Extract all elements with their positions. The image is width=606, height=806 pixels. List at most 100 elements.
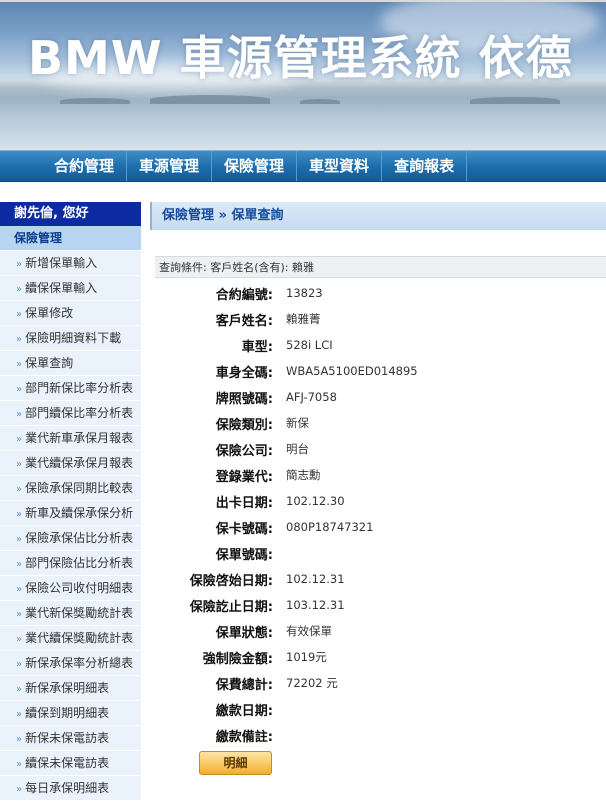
nav-vehicle-source[interactable]: 車源管理	[127, 151, 213, 181]
sidebar-menu-label: 新保承保率分析總表	[25, 656, 134, 670]
sidebar-menu-label: 業代新車承保月報表	[25, 431, 134, 445]
sidebar-menu-item[interactable]: » 部門新保比率分析表	[0, 376, 141, 401]
sidebar-menu-item[interactable]: » 保單修改	[0, 301, 141, 326]
sidebar-menu-label: 續保未保電訪表	[25, 756, 110, 770]
sidebar-menu-item[interactable]: » 保險公司收付明細表	[0, 576, 141, 601]
bullet-icon: »	[16, 434, 23, 445]
sidebar-menu-item[interactable]: » 業代續保承保月報表	[0, 451, 141, 476]
bullet-icon: »	[16, 384, 23, 395]
policy-detail-table: 合約編號: 13823 客戶姓名: 賴雅菁車型: 528i LCI 車身全碼: WBA5A5…	[155, 280, 606, 748]
sidebar-menu-item[interactable]: » 續保未保電訪表	[0, 751, 141, 776]
sidebar-menu-item[interactable]: » 業代新保獎勵統計表	[0, 601, 141, 626]
field-value: 13823	[286, 286, 323, 300]
bullet-icon: »	[16, 534, 23, 545]
field-label: 保險類別:	[215, 417, 273, 433]
breadcrumb: 保險管理 » 保單查詢	[150, 202, 606, 230]
sidebar-menu-label: 保單修改	[25, 306, 74, 320]
detail-row: 牌照號碼: AFJ-7058	[155, 384, 606, 410]
field-label: 登錄業代:	[215, 469, 273, 485]
sidebar-menu-label: 新增保單輸入	[25, 256, 98, 270]
detail-row: 保險類別: 新保	[155, 410, 606, 436]
sidebar-menu-label: 每日承保明細表	[25, 781, 110, 795]
field-label: 出卡日期:	[215, 495, 273, 511]
field-label: 客戶姓名:	[215, 313, 273, 329]
sidebar-menu-item[interactable]: » 部門續保比率分析表	[0, 401, 141, 426]
sidebar-menu-label: 續保到期明細表	[25, 706, 110, 720]
header-banner: BMW 車源管理系統 依德	[0, 0, 606, 150]
field-value: 102.12.30	[286, 494, 345, 508]
field-value: AFJ-7058	[286, 390, 337, 404]
user-greeting: 謝先倫, 您好	[0, 202, 141, 226]
field-value: 72202 元	[286, 676, 338, 690]
sidebar-menu-label: 續保保單輸入	[25, 281, 98, 295]
sidebar-menu-item[interactable]: » 業代續保獎勵統計表	[0, 626, 141, 651]
query-conditions: 查詢條件: 客戶姓名(含有): 賴雅	[155, 256, 606, 278]
field-label: 繳款備註:	[215, 729, 273, 745]
sidebar-menu-item[interactable]: » 新保承保率分析總表	[0, 651, 141, 676]
field-label: 保卡號碼:	[215, 521, 273, 537]
bullet-icon: »	[16, 684, 23, 695]
nav-reports[interactable]: 查詢報表	[382, 151, 468, 181]
sidebar-menu-item[interactable]: » 新保承保明細表	[0, 676, 141, 701]
field-value: 080P18747321	[286, 520, 374, 534]
nav-contract[interactable]: 合約管理	[42, 151, 128, 181]
sidebar-menu-item[interactable]: » 續保保單輸入	[0, 276, 141, 301]
detail-row: 保險公司: 明台	[155, 436, 606, 462]
nav-model-data[interactable]: 車型資料	[297, 151, 383, 181]
sidebar-menu-item[interactable]: » 新保未保電訪表	[0, 726, 141, 751]
detail-row: 登錄業代: 簡志勳	[155, 462, 606, 488]
bullet-icon: »	[16, 359, 23, 370]
bullet-icon: »	[16, 284, 23, 295]
bullet-icon: »	[16, 334, 23, 345]
sidebar-menu-label: 新保承保明細表	[25, 681, 110, 695]
sidebar-menu-item[interactable]: » 保單查詢	[0, 351, 141, 376]
sidebar-menu-item[interactable]: » 新車及續保承保分析	[0, 501, 141, 526]
bullet-icon: »	[16, 509, 23, 520]
sidebar-menu-item[interactable]: » 業代新車承保月報表	[0, 426, 141, 451]
field-value: 賴雅菁	[286, 312, 321, 326]
field-label: 牌照號碼:	[215, 391, 273, 407]
bullet-icon: »	[16, 584, 23, 595]
field-value: 102.12.31	[286, 572, 345, 586]
sidebar-menu-label: 保險明細資料下載	[25, 331, 122, 345]
field-value: 1019元	[286, 650, 327, 664]
field-value: 簡志勳	[286, 468, 321, 482]
field-value: 新保	[286, 416, 309, 430]
detail-button[interactable]: 明細	[199, 751, 272, 775]
top-nav: 合約管理 車源管理 保險管理 車型資料 查詢報表	[0, 150, 606, 182]
sidebar-menu: » 新增保單輸入» 續保保單輸入» 保單修改» 保險明細資料下載» 保單查詢» 部門新保比率…	[0, 251, 141, 801]
detail-row: 保卡號碼: 080P18747321	[155, 514, 606, 540]
field-label: 合約編號:	[215, 287, 273, 303]
bullet-icon: »	[16, 409, 23, 420]
sidebar-menu-item[interactable]: » 續保到期明細表	[0, 701, 141, 726]
sidebar-menu-label: 保險承保同期比較表	[25, 481, 134, 495]
bullet-icon: »	[16, 309, 23, 320]
field-label: 車身全碼:	[215, 365, 273, 381]
sidebar-menu-label: 部門續保比率分析表	[25, 406, 134, 420]
sidebar-menu-item[interactable]: » 新增保單輸入	[0, 251, 141, 276]
sidebar-menu-item[interactable]: » 每日承保明細表	[0, 776, 141, 801]
sidebar-menu-label: 新保未保電訪表	[25, 731, 110, 745]
field-label: 保單狀態:	[215, 625, 273, 641]
bullet-icon: »	[16, 259, 23, 270]
sidebar-menu-label: 業代續保承保月報表	[25, 456, 134, 470]
field-value: 明台	[286, 442, 309, 456]
nav-insurance[interactable]: 保險管理	[212, 151, 298, 181]
field-value: 528i LCI	[286, 338, 333, 352]
detail-row: 保單狀態: 有效保單	[155, 618, 606, 644]
sidebar-menu-item[interactable]: » 部門保險佔比分析表	[0, 551, 141, 576]
app-title: BMW 車源管理系統 依德	[28, 31, 573, 85]
field-label: 繳款日期:	[215, 703, 273, 719]
sidebar-menu-item[interactable]: » 保險明細資料下載	[0, 326, 141, 351]
detail-row: 合約編號: 13823	[155, 280, 606, 306]
detail-row: 車型: 528i LCI	[155, 332, 606, 358]
detail-row: 保費總計: 72202 元	[155, 670, 606, 696]
field-label: 強制險金額:	[202, 651, 273, 667]
detail-row: 車身全碼: WBA5A5100ED014895	[155, 358, 606, 384]
sidebar-menu-item[interactable]: » 保險承保同期比較表	[0, 476, 141, 501]
sidebar-menu-label: 新車及續保承保分析	[25, 506, 134, 520]
sidebar-menu-item[interactable]: » 保險承保佔比分析表	[0, 526, 141, 551]
sidebar-section-insurance[interactable]: 保險管理	[0, 226, 141, 251]
detail-row: 強制險金額: 1019元	[155, 644, 606, 670]
sidebar-menu-label: 部門新保比率分析表	[25, 381, 134, 395]
